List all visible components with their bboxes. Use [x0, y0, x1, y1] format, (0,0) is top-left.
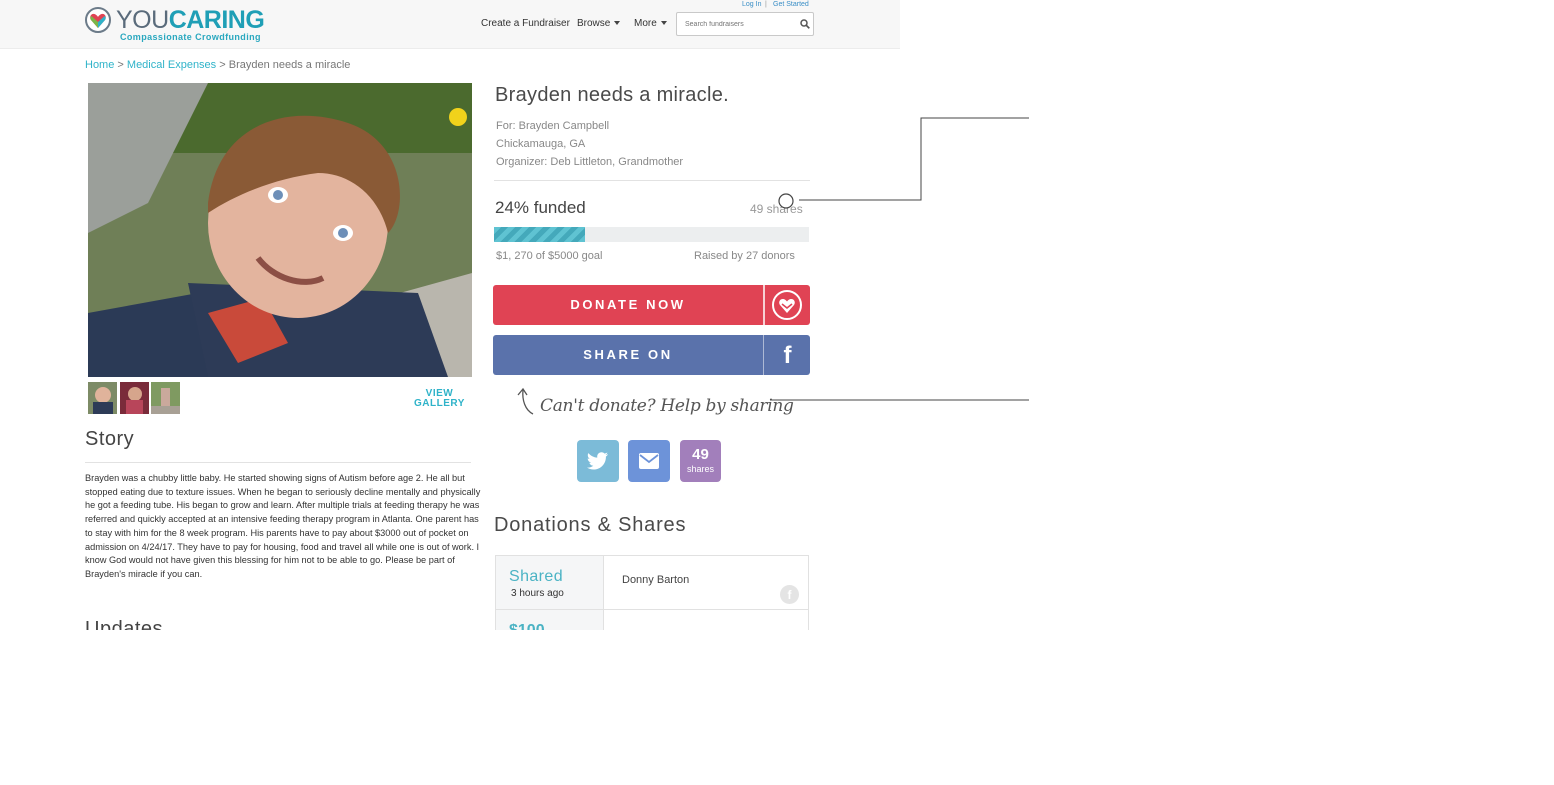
organizer: Organizer: Deb Littleton, Grandmother — [496, 156, 684, 168]
donations-row-divider — [496, 609, 808, 610]
breadcrumb-current: Brayden needs a miracle — [228, 59, 351, 71]
location: Chickamauga, GA — [496, 138, 586, 150]
annotation-callouts — [770, 117, 1029, 401]
get-started-link[interactable]: Get Started — [773, 1, 809, 8]
nav-more[interactable]: More — [634, 18, 667, 29]
search-icon[interactable] — [800, 19, 810, 29]
funding-progress-bar — [494, 227, 809, 242]
breadcrumb-home[interactable]: Home — [85, 59, 114, 71]
share-separator — [763, 335, 764, 375]
campaign-title: Brayden needs a miracle. — [495, 84, 729, 106]
heart-logo-icon[interactable] — [85, 7, 111, 33]
cant-donate-caption: Can't donate? Help by sharing — [540, 396, 794, 416]
share-count-badge: 49 shares — [680, 440, 721, 482]
breadcrumb-sep-1: > — [117, 59, 124, 71]
funding-progress-fill — [494, 227, 586, 242]
share-count-number: 49 — [692, 446, 709, 463]
page: YOUCARING Compassionate Crowdfunding Log… — [0, 0, 900, 630]
gallery-thumb-2[interactable] — [120, 382, 149, 414]
breadcrumb-category[interactable]: Medical Expenses — [127, 59, 216, 71]
search-input[interactable] — [685, 17, 795, 31]
donations-heading: Donations & Shares — [494, 514, 687, 536]
share-on-facebook-button[interactable]: SHARE ON f — [493, 335, 810, 375]
donation-row-1-time: 3 hours ago — [511, 588, 564, 599]
breadcrumb-sep-2: > — [219, 59, 226, 71]
share-count-label: shares — [686, 464, 714, 474]
logo-caring: CARING — [168, 6, 265, 34]
donation-row-1-type: Shared — [509, 568, 563, 585]
donation-row-2-amount: $100 — [509, 622, 545, 630]
nav-browse-label: Browse — [577, 18, 611, 29]
callout-line-shares — [799, 117, 1029, 201]
story-heading: Story — [85, 428, 135, 450]
view-gallery-link[interactable]: VIEW GALLERY — [414, 389, 465, 409]
email-share-button[interactable] — [628, 440, 670, 482]
search-box — [676, 12, 814, 36]
nav-more-label: More — [634, 18, 657, 29]
donate-now-button[interactable]: DONATE NOW — [493, 285, 810, 325]
twitter-share-button[interactable] — [577, 440, 619, 482]
funded-percentage: 24% funded — [495, 198, 586, 217]
donation-row-1-name: Donny Barton — [622, 574, 690, 586]
story-body: Brayden was a chubby little baby. He sta… — [85, 473, 481, 579]
donate-label: DONATE NOW — [570, 297, 686, 312]
nav-browse[interactable]: Browse — [577, 18, 621, 29]
updates-heading: Updates — [85, 618, 163, 630]
facebook-small-icon: f — [780, 585, 799, 604]
amount-raised: $1, 270 of $5000 goal — [496, 250, 603, 262]
beneficiary: For: Brayden Campbell — [496, 120, 610, 132]
logo-you: YOU — [116, 6, 169, 34]
callout-dot-shares — [778, 193, 794, 209]
toplinks-separator: | — [765, 1, 767, 8]
curved-arrow-icon — [517, 387, 534, 415]
gallery-thumb-1[interactable] — [88, 382, 117, 414]
campaign-divider — [494, 180, 810, 181]
logo-tagline: Compassionate Crowdfunding — [120, 32, 261, 42]
browse-caret-icon — [614, 21, 621, 26]
campaign-photo[interactable] — [88, 83, 472, 377]
gallery-thumb-3[interactable] — [151, 382, 180, 414]
story-divider — [85, 462, 471, 463]
email-icon — [639, 453, 659, 469]
logo-wordmark[interactable]: YOUCARING — [116, 6, 265, 35]
breadcrumb: Home > Medical Expenses > Brayden needs … — [85, 59, 350, 71]
share-label: SHARE ON — [583, 347, 673, 362]
site-header: YOUCARING Compassionate Crowdfunding Log… — [0, 0, 900, 49]
more-caret-icon — [660, 21, 667, 26]
view-gallery-line2: GALLERY — [414, 398, 465, 409]
twitter-icon — [587, 452, 608, 470]
login-link[interactable]: Log In — [742, 1, 761, 8]
nav-create-fundraiser[interactable]: Create a Fundraiser — [481, 18, 570, 29]
